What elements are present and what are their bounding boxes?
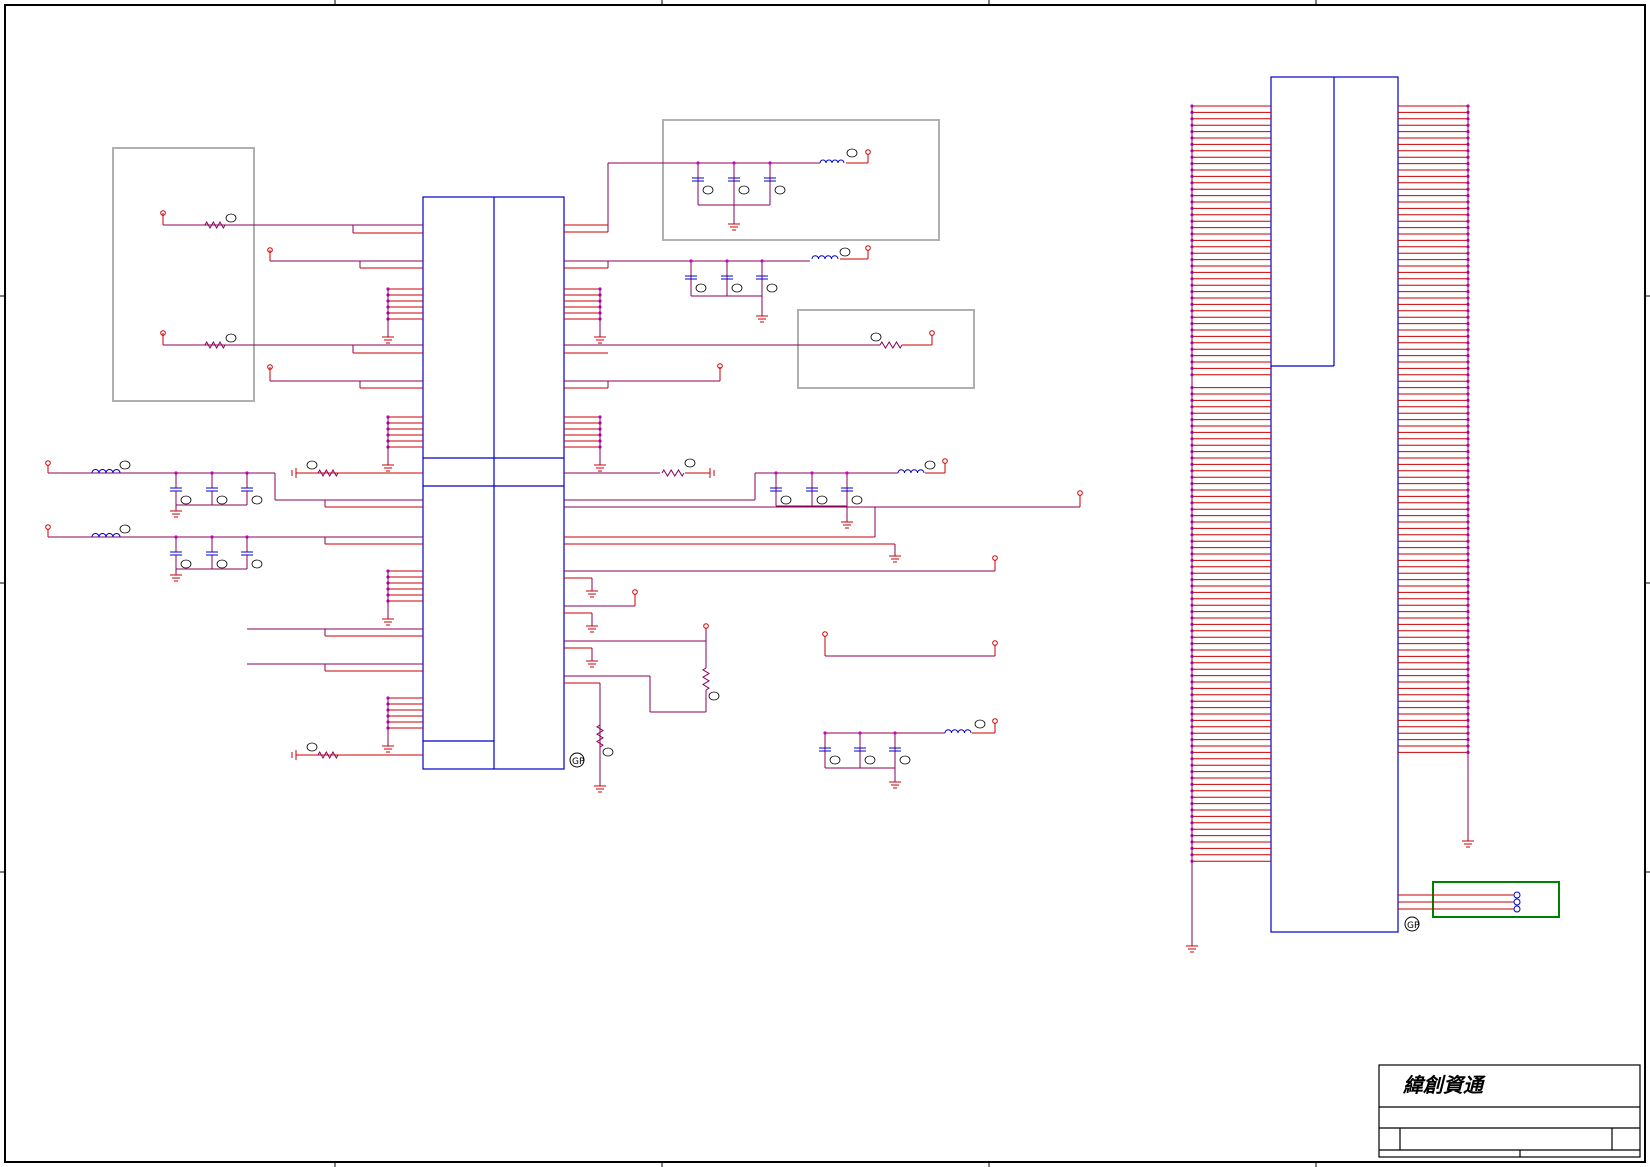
net-terminal (865, 149, 871, 155)
gp-marker-connector: GP (1404, 916, 1420, 932)
part-tag (816, 495, 828, 505)
part-tag (731, 283, 743, 293)
resistor-symbol (879, 341, 903, 349)
right-wiring (564, 154, 1081, 780)
junction-dot (823, 731, 827, 735)
net-terminal (942, 458, 948, 464)
generated-pins (45, 104, 1474, 953)
part-tag (225, 213, 237, 223)
junction-dot (689, 259, 693, 263)
net-terminal (929, 330, 935, 336)
part-tag (180, 495, 192, 505)
part-tag (870, 332, 882, 342)
part-tag (899, 755, 911, 765)
net-terminal (822, 631, 828, 637)
part-tag (602, 747, 614, 757)
net-terminal (865, 245, 871, 251)
part-tag (864, 755, 876, 765)
part-tag (924, 460, 936, 470)
company-name: 緯創資通 (1402, 1073, 1486, 1097)
junction-dot (732, 161, 736, 165)
resistor-symbol (596, 724, 604, 748)
part-tag (974, 719, 986, 729)
part-tag (119, 524, 131, 534)
inductor-symbol (91, 533, 121, 538)
part-tag (306, 742, 318, 752)
part-tag (846, 148, 858, 158)
green-connector (1398, 881, 1560, 918)
net-terminal (632, 589, 638, 595)
part-tag (119, 460, 131, 470)
net-terminal (1077, 490, 1083, 496)
junction-dot (696, 161, 700, 165)
part-tag (225, 333, 237, 343)
part-tag (780, 495, 792, 505)
net-terminal (992, 555, 998, 561)
resistor-symbol (317, 468, 339, 478)
part-tag (684, 458, 696, 468)
part-tag (702, 185, 714, 195)
net-terminal (45, 460, 51, 466)
group-box-left (112, 147, 255, 402)
junction-dot (810, 471, 814, 475)
connector-ic (1270, 76, 1399, 933)
part-tag (708, 691, 720, 701)
junction-dot (774, 471, 778, 475)
part-tag (216, 495, 228, 505)
gp-marker-connector-label: GP (1407, 921, 1420, 931)
junction-dot (845, 471, 849, 475)
part-tag (839, 247, 851, 257)
part-tag (829, 755, 841, 765)
resistor-symbol (317, 750, 339, 760)
inductor-symbol (897, 469, 925, 474)
net-terminal (45, 524, 51, 530)
inductor-symbol (91, 469, 121, 474)
main-ic (422, 196, 565, 770)
net-terminal (992, 640, 998, 646)
resistor-symbol (204, 340, 226, 350)
resistor-symbol (661, 469, 685, 477)
sheet-border (4, 4, 1646, 1163)
part-tag (180, 559, 192, 569)
part-tag (774, 185, 786, 195)
part-tag (851, 495, 863, 505)
schematic-sheet: GP GP 緯創資通 (0, 0, 1650, 1167)
junction-dot (858, 731, 862, 735)
part-tag (306, 460, 318, 470)
junction-dot (768, 161, 772, 165)
left-wiring (48, 213, 423, 756)
gp-marker-main-label: GP (572, 757, 585, 767)
inductor-symbol (944, 729, 972, 734)
junction-dot (893, 731, 897, 735)
group-box-top (662, 119, 940, 241)
zone-ticks (0, 0, 1650, 1167)
part-tag (766, 283, 778, 293)
resistor-symbol (204, 220, 226, 230)
net-terminal (703, 623, 709, 629)
part-tag (695, 283, 707, 293)
group-box-mid (797, 309, 975, 389)
junction-dot (725, 259, 729, 263)
gp-marker-main: GP (569, 752, 585, 768)
inductor-symbol (819, 159, 845, 164)
junction-dot (760, 259, 764, 263)
resistor-symbol (702, 667, 710, 691)
part-tag (251, 559, 263, 569)
inductor-symbol (811, 255, 839, 260)
part-tag (738, 185, 750, 195)
part-tag (216, 559, 228, 569)
part-tag (251, 495, 263, 505)
net-terminal (992, 718, 998, 724)
